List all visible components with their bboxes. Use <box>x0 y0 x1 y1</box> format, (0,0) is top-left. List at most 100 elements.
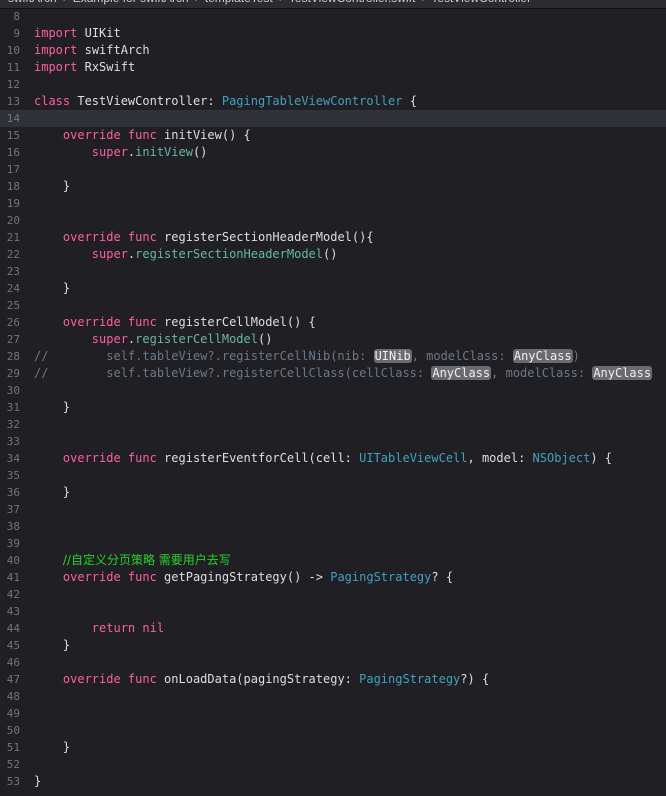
code-line[interactable]: 27 super.registerCellModel() <box>0 331 666 348</box>
line-number: 49 <box>6 707 20 720</box>
code-line[interactable]: 48 <box>0 688 666 705</box>
code-placeholder-token[interactable]: AnyClass <box>512 349 573 363</box>
code-line[interactable]: 37 <box>0 501 666 518</box>
breadcrumb-item[interactable]: swiftArch <box>8 0 57 5</box>
line-number: 22 <box>6 248 20 261</box>
code-line[interactable]: 38 <box>0 518 666 535</box>
breadcrumb[interactable]: swiftArch › Example for swiftArch › template… <box>8 0 537 5</box>
code-line[interactable]: 29 // self.tableView?.registerCellClass(c… <box>0 365 666 382</box>
code-token: import <box>34 43 78 57</box>
code-text: } <box>34 637 70 654</box>
line-number: 36 <box>6 486 20 499</box>
code-line[interactable]: 31 } <box>0 399 666 416</box>
line-number: 9 <box>13 27 20 40</box>
code-line[interactable]: 33 <box>0 433 666 450</box>
code-line[interactable]: 10 import swiftArch <box>0 42 666 59</box>
line-number: 31 <box>6 401 20 414</box>
code-line[interactable]: 42 <box>0 586 666 603</box>
code-token: import <box>34 60 78 74</box>
code-line[interactable]: 18 } <box>0 178 666 195</box>
code-line[interactable]: 24 } <box>0 280 666 297</box>
code-line[interactable]: 16 super.initView() <box>0 144 666 161</box>
code-line[interactable]: 45 } <box>0 637 666 654</box>
code-token: swiftArch <box>84 43 150 57</box>
code-line[interactable]: 51 } <box>0 739 666 756</box>
code-token: () <box>192 145 208 159</box>
code-text: //自定义分页策略 需要用户去写 <box>34 552 231 569</box>
code-line[interactable]: 53} <box>0 773 666 790</box>
line-number: 44 <box>6 622 20 635</box>
code-line[interactable]: 49 <box>0 705 666 722</box>
code-placeholder-token[interactable]: AnyClass <box>592 366 653 380</box>
breadcrumb-item[interactable]: TestViewController <box>431 0 531 5</box>
code-token: // self.tableView?.registerCellClass(cel… <box>34 366 432 380</box>
code-line[interactable]: 25 <box>0 297 666 314</box>
breadcrumb-chevron-icon: › <box>195 0 199 5</box>
code-line[interactable]: 15 override func initView() { <box>0 127 666 144</box>
code-token: } <box>34 638 71 652</box>
code-text: super.registerCellModel() <box>34 331 273 348</box>
code-line[interactable]: 41 override func getPagingStrategy() -> … <box>0 569 666 586</box>
code-token: NSObject <box>532 451 591 465</box>
code-token: PagingTableViewController <box>221 94 403 108</box>
code-line[interactable]: 11 import RxSwift <box>0 59 666 76</box>
code-text: override func getPagingStrategy() -> Pag… <box>34 569 453 586</box>
code-line[interactable]: 43 <box>0 603 666 620</box>
code-line[interactable]: 34 override func registerEventforCell(ce… <box>0 450 666 467</box>
line-number: 35 <box>6 469 20 482</box>
code-line[interactable]: 20 <box>0 212 666 229</box>
code-line[interactable]: 32 <box>0 416 666 433</box>
code-line[interactable]: 46 <box>0 654 666 671</box>
breadcrumb-item[interactable]: Example for swiftArch <box>73 0 189 5</box>
breadcrumb-item[interactable]: templateTest <box>205 0 273 5</box>
code-token: registerEventforCell(cell: <box>156 451 360 465</box>
code-line[interactable]: 21 override func registerSectionHeaderMo… <box>0 229 666 246</box>
code-line[interactable]: 36 } <box>0 484 666 501</box>
line-number: 41 <box>6 571 20 584</box>
code-token: } <box>34 774 42 788</box>
code-line[interactable]: 40 //自定义分页策略 需要用户去写 <box>0 552 666 569</box>
code-line[interactable]: 47 override func onLoadData(pagingStrate… <box>0 671 666 688</box>
code-token: getPagingStrategy() -> <box>156 570 331 584</box>
line-number: 52 <box>6 758 20 771</box>
code-line[interactable]: 23 <box>0 263 666 280</box>
code-line[interactable]: 44 return nil <box>0 620 666 637</box>
code-token: } <box>34 485 71 499</box>
code-line[interactable]: 30 <box>0 382 666 399</box>
code-line[interactable]: 39 <box>0 535 666 552</box>
code-line[interactable]: 17 <box>0 161 666 178</box>
breadcrumb-item[interactable]: TestViewController.swift <box>289 0 416 5</box>
line-number: 38 <box>6 520 20 533</box>
code-token: PagingStrategy <box>359 672 461 686</box>
line-number: 33 <box>6 435 20 448</box>
breadcrumb-chevron-icon: › <box>279 0 283 5</box>
code-line[interactable]: 8 <box>0 8 666 25</box>
code-line[interactable]: 9 import UIKit <box>0 25 666 42</box>
code-token: , modelClass: <box>411 349 513 363</box>
code-line[interactable]: 50 <box>0 722 666 739</box>
line-number: 46 <box>6 656 20 669</box>
line-number: 19 <box>6 197 20 210</box>
code-token: initView <box>135 145 193 159</box>
code-placeholder-token[interactable]: AnyClass <box>431 366 492 380</box>
code-line[interactable]: 14 <box>0 110 666 127</box>
code-line[interactable]: 26 override func registerCellModel() { <box>0 314 666 331</box>
code-line[interactable]: 52 <box>0 756 666 773</box>
code-editor[interactable]: 8 9 import UIKit 10 import swiftArch 11 import… <box>0 8 666 796</box>
code-line[interactable]: 22 super.registerSectionHeaderModel() <box>0 246 666 263</box>
code-line[interactable]: 13 class TestViewController: PagingTableV… <box>0 93 666 110</box>
code-line[interactable]: 19 <box>0 195 666 212</box>
code-line[interactable]: 28 // self.tableView?.registerCellNib(nib… <box>0 348 666 365</box>
line-number: 30 <box>6 384 20 397</box>
code-line[interactable]: 35 <box>0 467 666 484</box>
line-number: 14 <box>6 112 20 125</box>
code-line[interactable]: 12 <box>0 76 666 93</box>
code-placeholder-token[interactable]: UINib <box>373 349 412 363</box>
code-text: super.registerSectionHeaderModel() <box>34 246 338 263</box>
